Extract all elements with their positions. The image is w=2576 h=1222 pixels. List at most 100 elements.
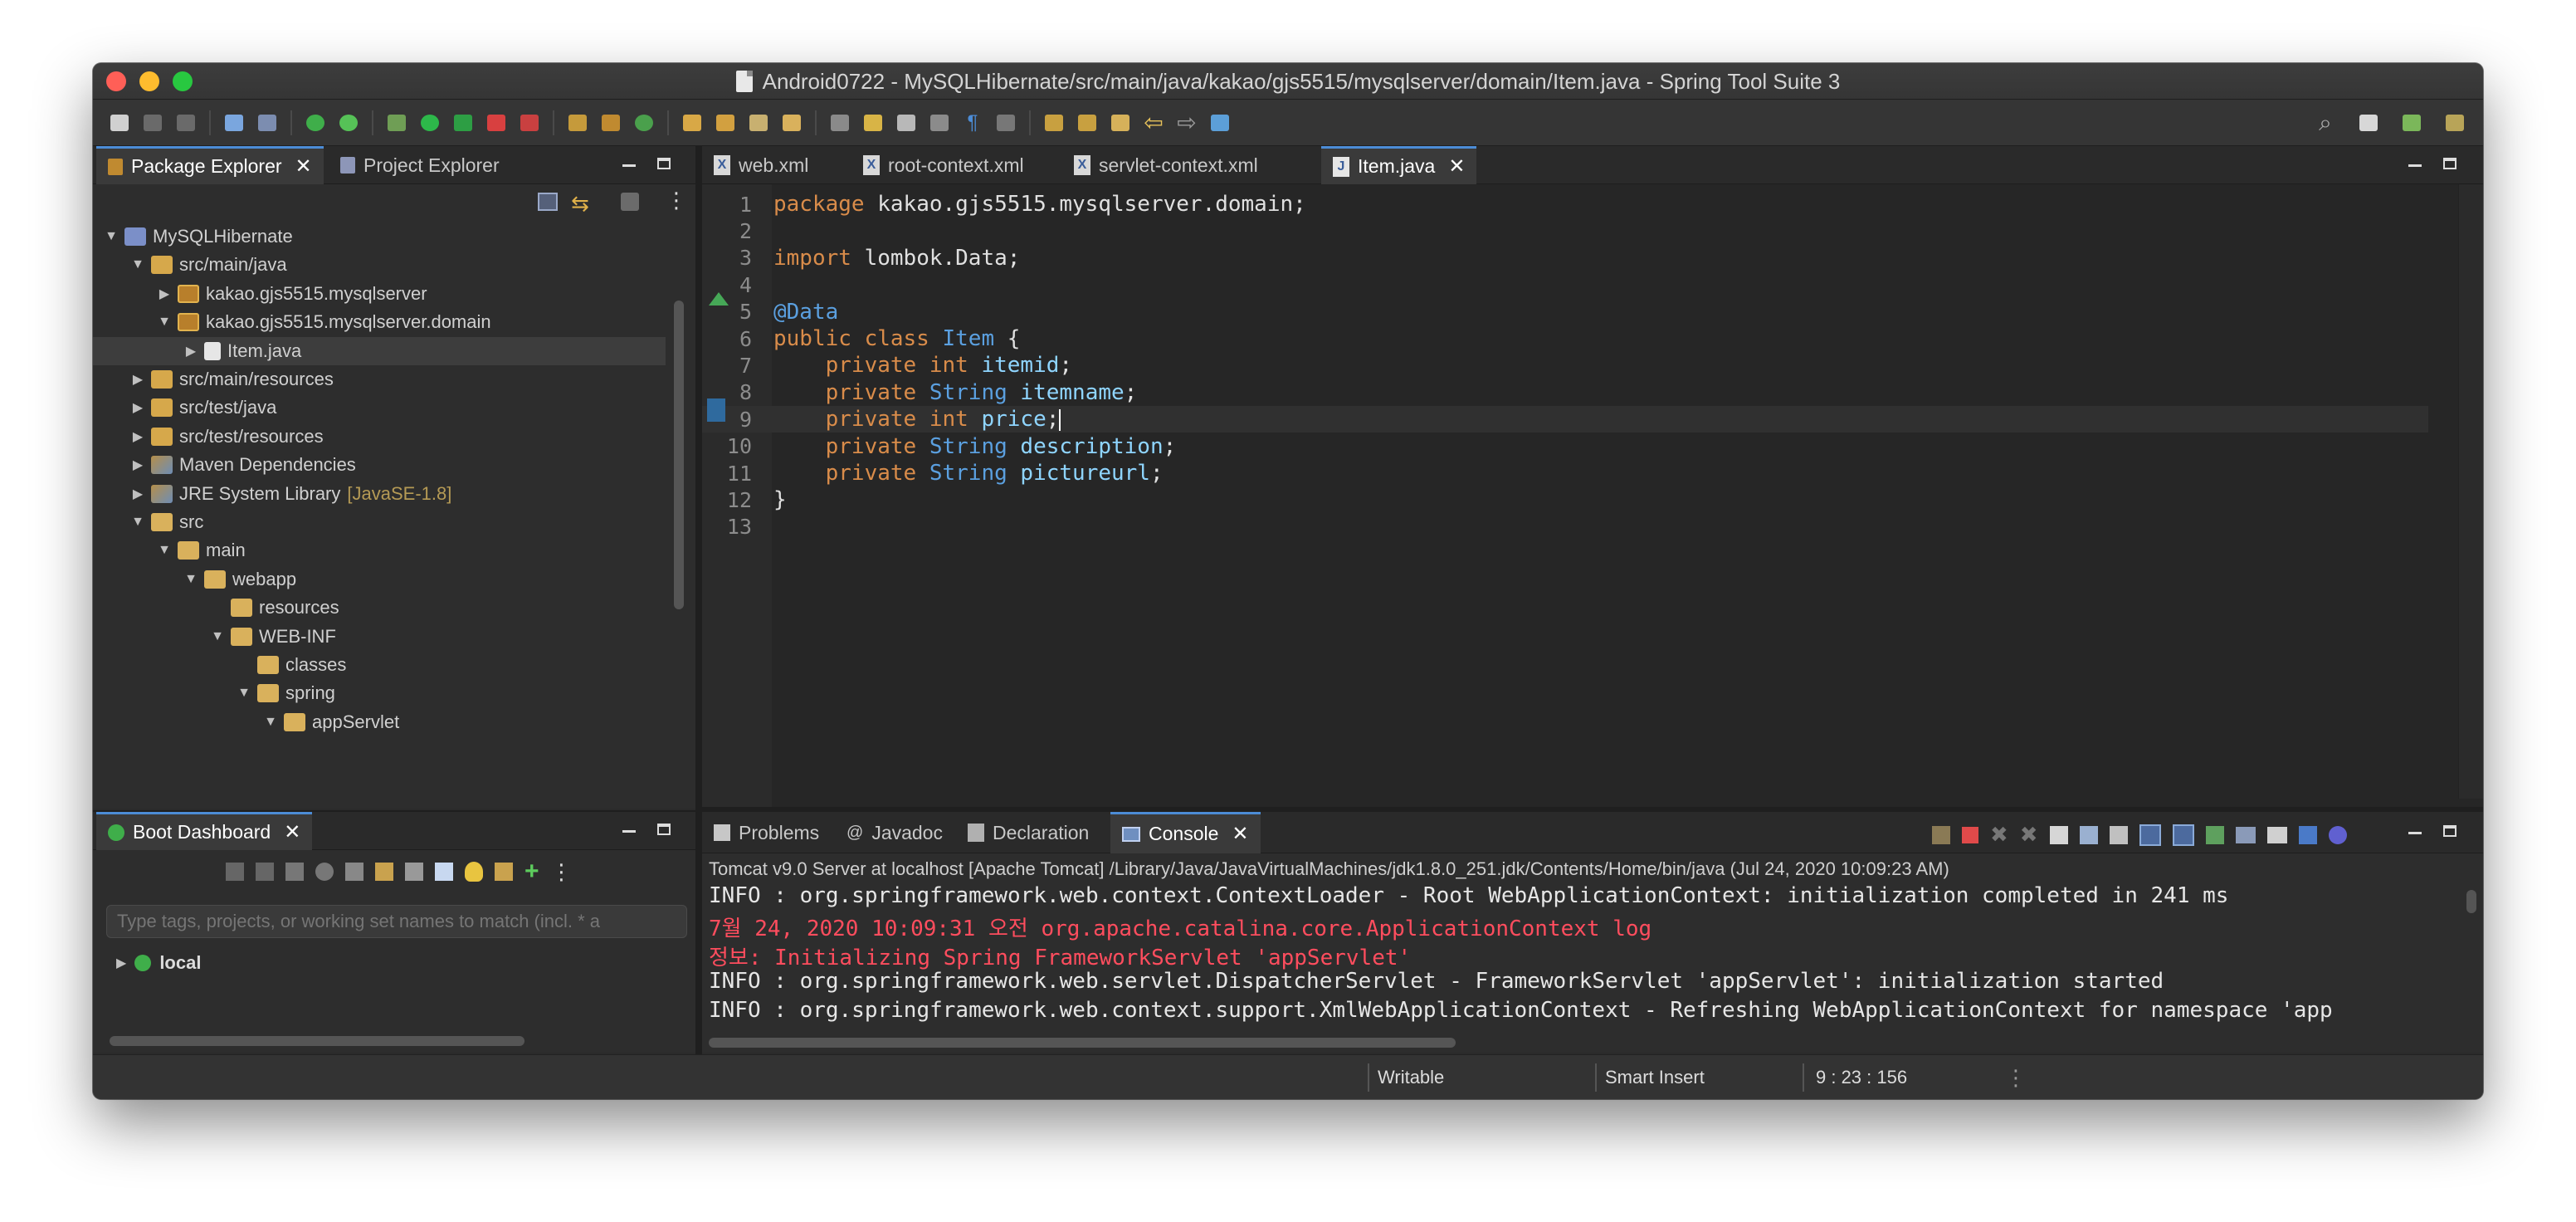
perspective-java-button[interactable] <box>2440 108 2470 138</box>
tab-project-explorer[interactable]: Project Explorer <box>329 146 511 184</box>
twisty-open-icon[interactable]: ▼ <box>183 572 199 587</box>
tab-declaration[interactable]: Declaration <box>956 812 1100 853</box>
toggle-breakpoint-button[interactable] <box>991 108 1021 138</box>
twisty-open-icon[interactable]: ▼ <box>103 229 120 244</box>
show-on-stderr-icon[interactable] <box>2172 824 2194 846</box>
close-tab-icon[interactable]: ✕ <box>295 154 312 178</box>
code-line[interactable]: 1 package kakao.gjs5515.mysqlserver.domai… <box>702 191 2428 218</box>
tree-item[interactable]: ▶ JRE System Library [JavaSE-1.8] <box>93 480 666 508</box>
twisty-open-icon[interactable]: ▼ <box>262 715 279 730</box>
tab-boot-dashboard[interactable]: Boot Dashboard ✕ <box>96 812 313 850</box>
tree-item[interactable]: ▼ WEB-INF <box>93 623 666 651</box>
code-line[interactable]: 13 <box>702 514 2428 540</box>
remove-launch-icon[interactable]: ✖ <box>1990 822 2008 848</box>
next-annotation-button[interactable] <box>1039 108 1069 138</box>
twisty-closed-icon[interactable]: ▶ <box>156 286 173 302</box>
new-button[interactable] <box>105 108 134 138</box>
tree-item[interactable]: ▶ Maven Dependencies <box>93 451 666 479</box>
tree-item[interactable]: ▼ spring <box>93 679 666 707</box>
open-type-button[interactable] <box>677 108 707 138</box>
twisty-open-icon[interactable]: ▼ <box>129 515 146 530</box>
code-line[interactable]: 9 private int price; <box>702 406 2428 433</box>
console-output[interactable]: INFO : org.springframework.web.context.C… <box>702 883 2453 1029</box>
minimize-panel-icon[interactable] <box>2408 832 2422 834</box>
tab-web-xml[interactable]: X web.xml <box>702 146 820 184</box>
start-icon[interactable] <box>226 863 244 881</box>
twisty-closed-icon[interactable]: ▶ <box>129 457 146 473</box>
tree-item[interactable]: ▶ src/test/java <box>93 393 666 422</box>
word-wrap-icon[interactable] <box>2109 825 2128 844</box>
tree-item[interactable]: ▶ Item.java <box>93 336 666 365</box>
open-perspective-button[interactable] <box>2354 108 2383 138</box>
console-vscroll-thumb[interactable] <box>2466 890 2476 913</box>
twisty-open-icon[interactable]: ▼ <box>209 629 226 644</box>
twisty-closed-icon[interactable]: ▶ <box>129 371 146 388</box>
run-external-button[interactable] <box>448 108 478 138</box>
twisty-closed-icon[interactable]: ▶ <box>129 428 146 445</box>
debug-button[interactable] <box>382 108 412 138</box>
tree-item[interactable]: resources <box>93 594 666 622</box>
perspective-spring-button[interactable] <box>2397 108 2427 138</box>
console-icon[interactable] <box>345 863 363 881</box>
remove-all-icon[interactable]: ✖ <box>2020 822 2038 848</box>
save-button[interactable] <box>138 108 168 138</box>
minimize-panel-icon[interactable] <box>622 164 636 167</box>
forward-button[interactable]: ⇨ <box>1172 108 1202 138</box>
tab-console[interactable]: Console ✕ <box>1110 812 1261 853</box>
twisty-closed-icon[interactable]: ▶ <box>129 486 146 502</box>
code-editor[interactable]: 1 package kakao.gjs5515.mysqlserver.domai… <box>702 184 2483 807</box>
run-button[interactable] <box>415 108 445 138</box>
code-line[interactable]: 12} <box>702 486 2428 513</box>
twisty-open-icon[interactable]: ▼ <box>156 543 173 558</box>
lightbulb-icon[interactable] <box>465 862 483 882</box>
code-line[interactable]: 2 <box>702 218 2428 244</box>
sync-icon[interactable] <box>375 863 393 881</box>
ansi-color-icon[interactable] <box>2328 825 2347 844</box>
code-line[interactable]: 8 private String itemname; <box>702 379 2428 406</box>
tab-problems[interactable]: Problems <box>702 812 831 853</box>
open-console-icon[interactable] <box>2266 826 2287 843</box>
boot-dashboard-hscrollbar[interactable] <box>110 1036 524 1046</box>
tree-item[interactable]: classes <box>93 651 666 679</box>
toggle-mark-occurrences-button[interactable] <box>858 108 888 138</box>
open-task-button[interactable] <box>710 108 740 138</box>
terminate-icon[interactable] <box>1962 826 1978 843</box>
link-with-editor-button[interactable]: ⇆ <box>571 191 589 217</box>
view-menu-button[interactable]: ⋮ <box>666 188 687 213</box>
open-web-icon[interactable] <box>315 863 334 881</box>
pin-editor-button[interactable] <box>1205 108 1235 138</box>
table-icon[interactable] <box>435 863 453 881</box>
spring-console-icon[interactable] <box>2298 825 2317 844</box>
tree-item[interactable]: ▼ appServlet <box>93 708 666 736</box>
code-line[interactable]: 3 import lombok.Data; <box>702 245 2428 271</box>
open-folder-button[interactable] <box>777 108 807 138</box>
clear-console-icon[interactable] <box>2049 825 2068 844</box>
new-class-button[interactable] <box>629 108 659 138</box>
status-cursor-position[interactable]: 9 : 23 : 156 <box>1816 1055 1907 1099</box>
previous-annotation-button[interactable] <box>1072 108 1102 138</box>
status-menu-icon[interactable]: ⋮ <box>2005 1055 2027 1099</box>
last-edit-button[interactable] <box>1105 108 1135 138</box>
minimize-panel-icon[interactable] <box>622 830 636 833</box>
tree-item[interactable]: ▼ webapp <box>93 565 666 594</box>
tab-item-java[interactable]: J Item.java ✕ <box>1321 146 1477 184</box>
twisty-closed-icon[interactable]: ▶ <box>183 343 199 359</box>
add-icon[interactable]: + <box>524 858 539 886</box>
code-line[interactable]: 6 public class Item { <box>702 325 2428 352</box>
sash-vertical[interactable] <box>695 146 702 1054</box>
new-package-button[interactable] <box>596 108 626 138</box>
code-line[interactable]: 5 @Data <box>702 299 2428 325</box>
close-tab-icon[interactable]: ✕ <box>1232 822 1248 846</box>
tree-item[interactable]: ▼ main <box>93 536 666 565</box>
twisty-open-icon[interactable]: ▼ <box>129 257 146 272</box>
view-menu-icon[interactable]: ⋮ <box>551 859 573 885</box>
terminate-button[interactable] <box>515 108 544 138</box>
boot-dashboard-button[interactable] <box>300 108 330 138</box>
relaunch-icon[interactable] <box>1932 825 1950 844</box>
toggle-breadcrumb-button[interactable] <box>825 108 855 138</box>
tab-root-context-xml[interactable]: X root-context.xml <box>851 146 1036 184</box>
tree-item[interactable]: ▼ kakao.gjs5515.mysqlserver.domain <box>93 308 666 336</box>
debug-icon[interactable] <box>256 863 274 881</box>
boot-item-local[interactable]: ▶ local <box>116 950 201 976</box>
relaunch-button[interactable] <box>334 108 363 138</box>
